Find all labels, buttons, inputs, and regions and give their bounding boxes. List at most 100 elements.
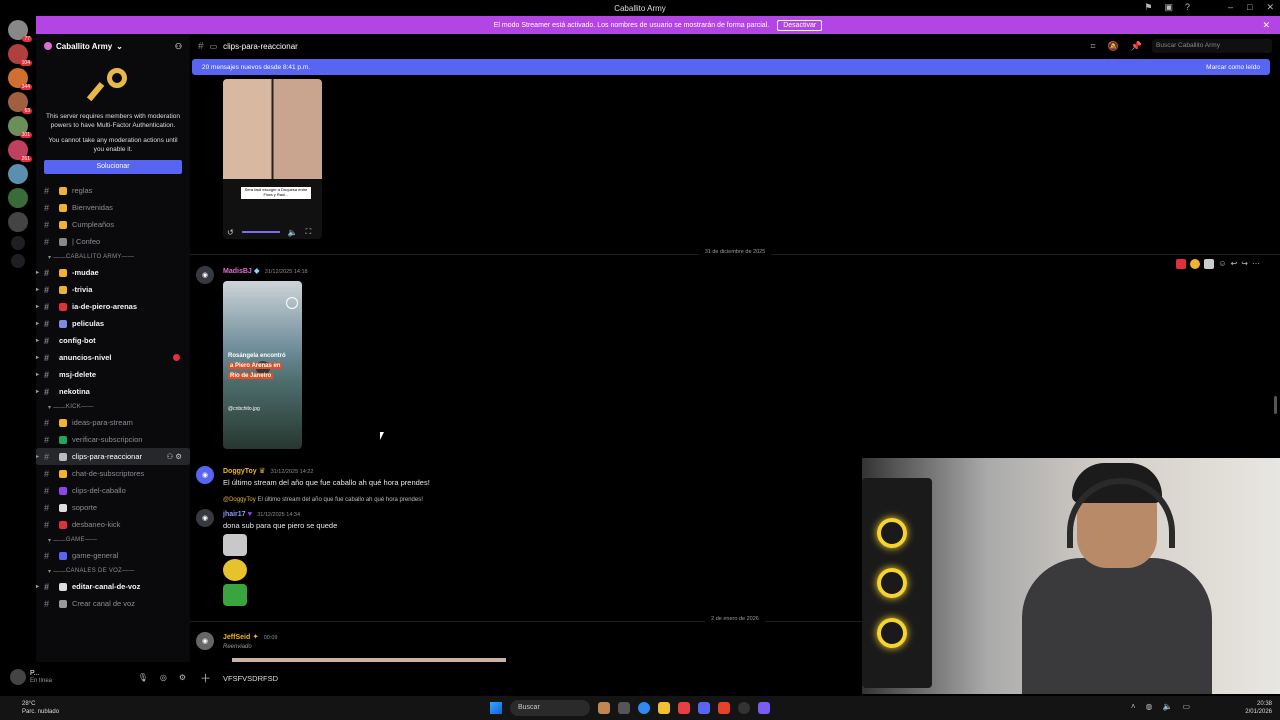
headphones-icon[interactable]: ◎ [160,673,167,682]
sticker[interactable] [223,584,247,606]
mark-read-button[interactable]: Marcar como leído [1206,64,1260,71]
server-icon[interactable]: 261 [8,140,32,162]
deactivate-streamer-button[interactable]: Desactivar [777,19,823,31]
channel-item[interactable]: ▸ # ia-de-piero-arenas [36,298,190,315]
video-embed-1[interactable]: Sera facil escoger a Duquesa entre Fiora… [223,79,322,239]
reply-reference[interactable]: @DoggyToy El último stream del año que f… [223,497,423,503]
sticker[interactable] [223,559,247,581]
channel-item[interactable]: ▸ # config-bot [36,332,190,349]
channel-item[interactable]: # | Confeo [36,233,190,250]
help-icon[interactable]: ? [1185,2,1190,13]
channel-item[interactable]: # ideas-para-stream [36,414,190,431]
maximize-icon[interactable]: □ [1247,2,1252,13]
app-icon[interactable] [758,702,770,714]
channel-item[interactable]: ▸ # anuncios-nivel [36,349,190,366]
screen-icon[interactable]: ▣ [1164,2,1173,13]
channel-item[interactable]: # Bienvenidas [36,199,190,216]
channel-settings-icon[interactable]: ⚇ ⚙ [166,452,182,461]
pin-icon[interactable]: ⚑ [1144,2,1152,13]
channel-item[interactable]: # soporte [36,499,190,516]
minimize-icon[interactable]: – [1228,2,1233,13]
app-icon[interactable] [738,702,750,714]
channel-item[interactable]: # verificar-subscripcion [36,431,190,448]
reaction-icon[interactable] [1176,259,1187,269]
avatar[interactable]: ◉ [196,266,214,284]
add-member-icon[interactable]: ⚇ [175,42,182,51]
app-icon[interactable] [618,702,630,714]
chevron-up-icon[interactable]: ˄ [1131,702,1136,711]
add-reaction-icon[interactable]: ☺ [1218,259,1226,269]
battery-icon[interactable]: ▭ [1182,702,1190,711]
discord-icon[interactable] [698,702,710,714]
network-icon[interactable]: ◍ [1145,702,1152,711]
folder-icon[interactable] [658,702,670,714]
avatar[interactable]: ◉ [196,466,214,484]
add-attachment-icon[interactable]: ＋ [200,670,211,686]
mic-icon[interactable]: 🎙 [138,673,148,682]
avatar[interactable]: ◉ [196,509,214,527]
server-header[interactable]: Caballito Army ⌄ ⚇ [36,34,190,58]
video-embed-2[interactable]: Rosángela encontró a Piero Arenas en Río… [223,281,302,449]
category-header[interactable]: ▾ —— CANALES DE VOZ —— [36,564,190,578]
message-author[interactable]: jhair17 [223,511,246,518]
weather-widget[interactable]: 28°C Parc. nublado [22,700,59,716]
fix-mfa-button[interactable]: Solucionar [44,160,182,174]
app-icon[interactable] [598,702,610,714]
server-icon[interactable]: 301 [8,116,32,138]
emoji-icon[interactable] [1190,259,1201,269]
server-icon[interactable]: 77 [8,20,32,42]
category-header[interactable]: ▾ —— CABALLITO ARMY —— [36,250,190,264]
channel-item[interactable]: ▸ # -mudae [36,264,190,281]
channel-item[interactable]: ▸ # msj-delete [36,366,190,383]
channel-item[interactable]: ▸ # -trivia [36,281,190,298]
channel-item[interactable]: # desbaneo-kick [36,516,190,533]
message-author[interactable]: DoggyToy [223,468,257,475]
avatar[interactable]: ◉ [196,632,214,650]
add-server-icon[interactable] [11,236,25,250]
category-header[interactable]: ▾ —— GAME —— [36,533,190,547]
server-icon[interactable]: 344 [8,68,32,90]
channel-item[interactable]: ▸ # peliculas [36,315,190,332]
pinned-icon[interactable]: 📌 [1131,41,1142,52]
channel-item[interactable]: # reglas [36,182,190,199]
avatar[interactable] [10,669,26,685]
channel-item[interactable]: # chat-de-subscriptores [36,465,190,482]
threads-icon[interactable]: ⌗ [1090,41,1095,52]
explore-icon[interactable] [11,254,25,268]
notifications-icon[interactable]: 🔕 [1107,41,1118,52]
channel-item[interactable]: # clips-del-caballo [36,482,190,499]
windows-start-icon[interactable] [490,702,502,714]
scrollbar[interactable] [1274,396,1277,414]
forward-icon[interactable]: ↪ [1241,259,1248,269]
sticker[interactable] [223,534,247,556]
message-input[interactable]: VFSFVSDRFSD [223,674,278,683]
message-composer[interactable]: ＋ VFSFVSDRFSD [192,668,862,688]
taskbar-search[interactable]: Buscar [510,700,590,716]
forwarded-embed[interactable] [232,658,506,662]
brave-icon[interactable] [718,702,730,714]
volume-slider[interactable] [241,231,280,233]
replay-icon[interactable]: ↺ [227,228,234,237]
grid-icon[interactable] [1204,259,1215,269]
message-author[interactable]: MadisBJ [223,268,252,275]
message-author[interactable]: JeffSeid [223,634,250,641]
channel-item[interactable]: ▸ # nekotina [36,383,190,400]
browser-icon[interactable] [638,702,650,714]
category-header[interactable]: ▾ —— KICK —— [36,400,190,414]
server-icon[interactable] [8,188,28,208]
new-messages-bar[interactable]: 20 mensajes nuevos desde 8:41 p.m. Marca… [192,59,1270,75]
more-icon[interactable]: ⋯ [1252,259,1260,269]
fullscreen-icon[interactable]: ⛶ [306,227,312,237]
server-icon[interactable]: 104 [8,44,32,66]
channel-item[interactable]: ▸ # clips-para-reaccionar ⚇ ⚙ [36,448,190,465]
volume-icon[interactable]: 🔈 [288,228,298,237]
close-icon[interactable]: ✕ [1266,2,1274,13]
channel-item[interactable]: # Crear canal de voz [36,595,190,612]
gear-icon[interactable]: ⚙ [179,673,186,682]
server-icon[interactable] [8,164,28,184]
channel-item[interactable]: ▸ # editar-canal-de-voz [36,578,190,595]
channel-item[interactable]: # Cumpleaños [36,216,190,233]
reply-icon[interactable]: ↩ [1231,259,1238,269]
app-icon[interactable] [678,702,690,714]
server-icon[interactable]: 63 [8,92,32,114]
